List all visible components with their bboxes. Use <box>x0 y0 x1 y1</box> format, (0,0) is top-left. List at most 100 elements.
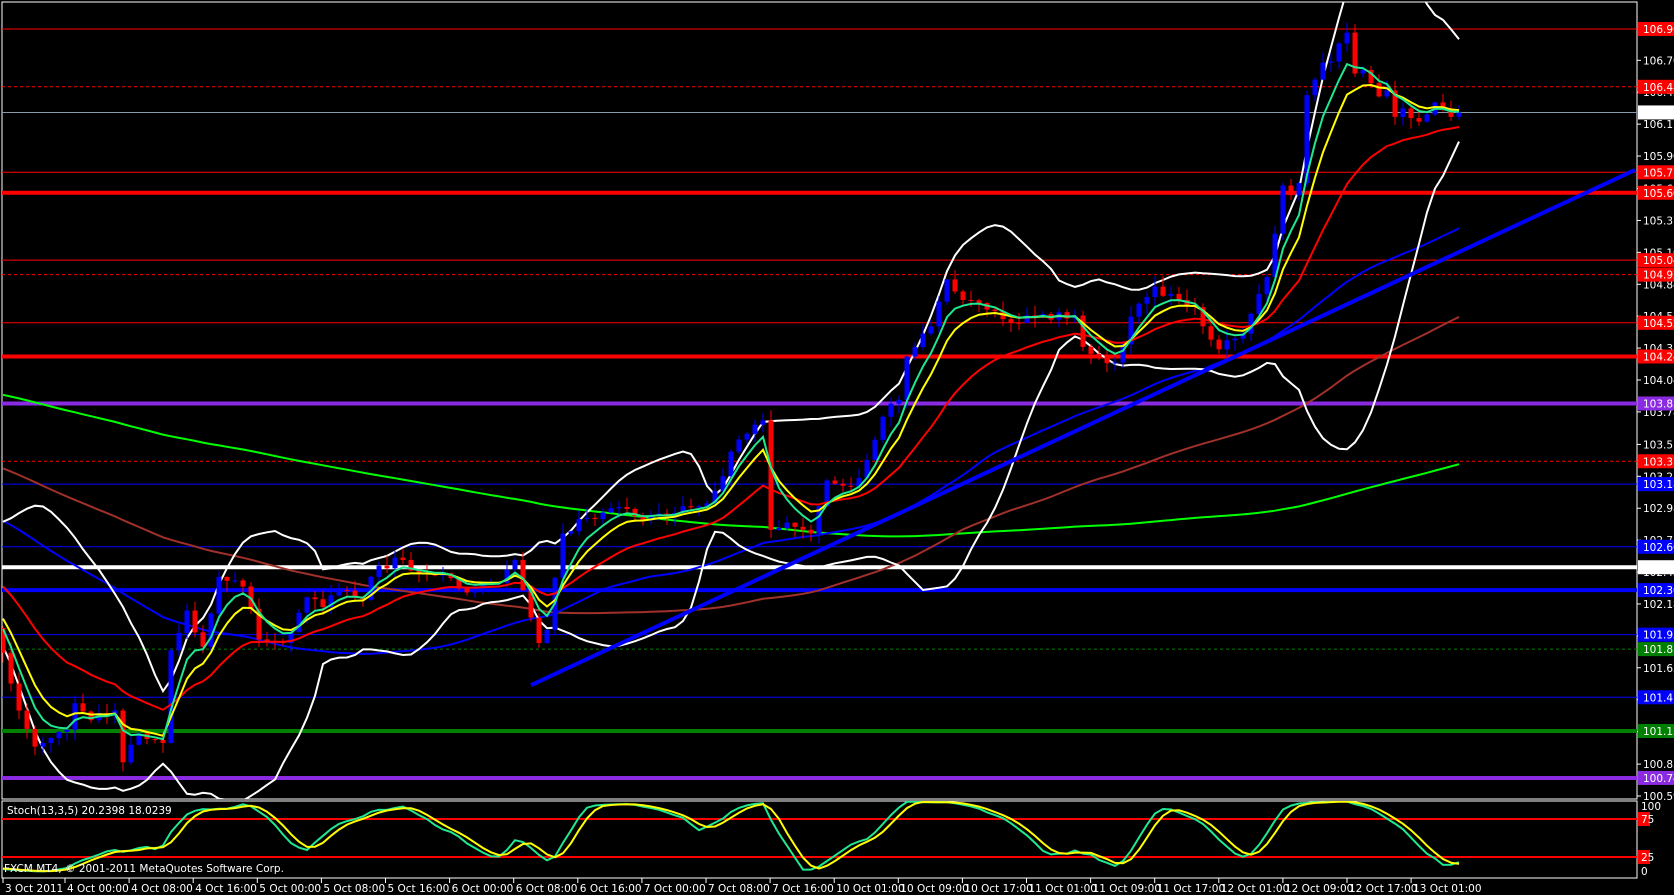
time-tick-label: 11 Oct 09:00 <box>1093 883 1161 895</box>
candle-body <box>240 580 246 587</box>
level-price-badge: 104.520 <box>1643 318 1674 330</box>
candle-body <box>192 610 198 633</box>
candle-body <box>304 597 310 613</box>
price-tick-label: 106.700 <box>1643 55 1674 67</box>
price-tick-label: 103.510 <box>1643 439 1674 451</box>
time-tick-label: 10 Oct 09:00 <box>900 883 968 895</box>
candle-body <box>1112 362 1118 364</box>
candle-body <box>80 703 86 712</box>
candle-body <box>376 565 382 577</box>
candle-body <box>1096 353 1102 357</box>
candle-body <box>1216 339 1222 350</box>
price-tick-label: 100.855 <box>1643 759 1674 771</box>
candle-body <box>152 739 158 741</box>
candle-body <box>616 507 622 509</box>
candle-body <box>264 639 270 641</box>
candle-body <box>1328 61 1334 63</box>
candle-body <box>1400 108 1406 117</box>
candle-body <box>1312 79 1318 96</box>
candle-body <box>24 710 30 729</box>
candle-body <box>1416 118 1422 122</box>
candle-body <box>584 517 590 520</box>
time-tick-label: 6 Oct 08:00 <box>516 883 578 895</box>
candle-body <box>56 731 62 739</box>
candle-body <box>168 650 174 744</box>
candle <box>544 628 550 644</box>
candle-body <box>928 326 934 334</box>
candle-body <box>8 652 14 684</box>
candle-body <box>344 590 350 592</box>
candle-body <box>1320 62 1326 80</box>
price-tick-label: 106.170 <box>1643 119 1674 131</box>
candle <box>536 613 542 648</box>
price-chart[interactable]: 106.700106.435106.170105.905105.635105.3… <box>0 0 1674 895</box>
candle-body <box>224 576 230 581</box>
candle-body <box>384 565 390 569</box>
candle-body <box>880 416 886 440</box>
candle-body <box>160 739 166 744</box>
price-axis[interactable]: 106.700106.435106.170105.905105.635105.3… <box>1637 22 1674 878</box>
candle-body <box>792 522 798 527</box>
candle-body <box>200 632 206 647</box>
candle-body <box>232 580 238 582</box>
candle-body <box>800 526 806 530</box>
candle-body <box>216 576 222 614</box>
time-tick-label: 4 Oct 16:00 <box>195 883 257 895</box>
candle-body <box>840 483 846 486</box>
candle <box>1280 182 1286 240</box>
candle-body <box>760 420 766 425</box>
time-tick-label: 4 Oct 08:00 <box>131 883 193 895</box>
level-price-badge: 103.370 <box>1643 456 1674 468</box>
candle-body <box>1144 297 1150 304</box>
copyright-label: FXCM MT4, © 2001-2011 MetaQuotes Softwar… <box>4 863 284 875</box>
candle-body <box>936 301 942 327</box>
time-tick-label: 12 Oct 01:00 <box>1221 883 1289 895</box>
candle-body <box>352 590 358 597</box>
level-price-badge: 102.660 <box>1643 542 1674 554</box>
time-tick-label: 5 Oct 16:00 <box>388 883 450 895</box>
candle-body <box>896 399 902 404</box>
time-tick-label: 11 Oct 17:00 <box>1157 883 1225 895</box>
candle <box>880 415 886 444</box>
candle-body <box>1344 32 1350 44</box>
time-tick-label: 12 Oct 17:00 <box>1349 883 1417 895</box>
candle-body <box>872 439 878 461</box>
candle-body <box>16 683 22 711</box>
level-price-badge: 100.740 <box>1643 773 1674 785</box>
level-price-badge: 101.930 <box>1643 630 1674 642</box>
price-tick-label: 102.980 <box>1643 503 1674 515</box>
candle-body <box>848 485 854 487</box>
candle-body <box>40 743 46 747</box>
candle <box>120 708 126 772</box>
candle-body <box>944 279 950 302</box>
candle-body <box>1160 286 1166 296</box>
candle-body <box>512 560 518 570</box>
time-tick-label: 7 Oct 00:00 <box>644 883 706 895</box>
candle-body <box>952 279 958 292</box>
candle-body <box>1232 338 1238 341</box>
candle-body <box>1016 322 1022 324</box>
candle-body <box>128 744 134 763</box>
candle-body <box>784 522 790 529</box>
candle-body <box>1080 315 1086 347</box>
candle-body <box>736 439 742 452</box>
candle-body <box>912 346 918 357</box>
time-tick-label: 11 Oct 01:00 <box>1029 883 1097 895</box>
candle-body <box>1376 83 1382 97</box>
candle-body <box>1168 293 1174 296</box>
candle-body <box>808 529 814 534</box>
candle-body <box>320 599 326 607</box>
candle-body <box>1256 293 1262 314</box>
time-tick-label: 4 Oct 00:00 <box>67 883 129 895</box>
candle-body <box>184 610 190 633</box>
candle-body <box>728 451 734 477</box>
level-price-badge: 101.410 <box>1643 692 1674 704</box>
time-tick-label: 5 Oct 08:00 <box>323 883 385 895</box>
time-axis[interactable]: 3 Oct 2011 4 Oct 00:00 4 Oct 08:00 4 Oct 16… <box>2 878 1482 895</box>
time-tick-label: 5 Oct 00:00 <box>259 883 321 895</box>
candle-body <box>120 710 126 763</box>
time-tick-label: 12 Oct 09:00 <box>1285 883 1353 895</box>
level-price-badge: 101.130 <box>1643 726 1674 738</box>
candle-body <box>464 588 470 593</box>
candle-body <box>992 309 998 312</box>
